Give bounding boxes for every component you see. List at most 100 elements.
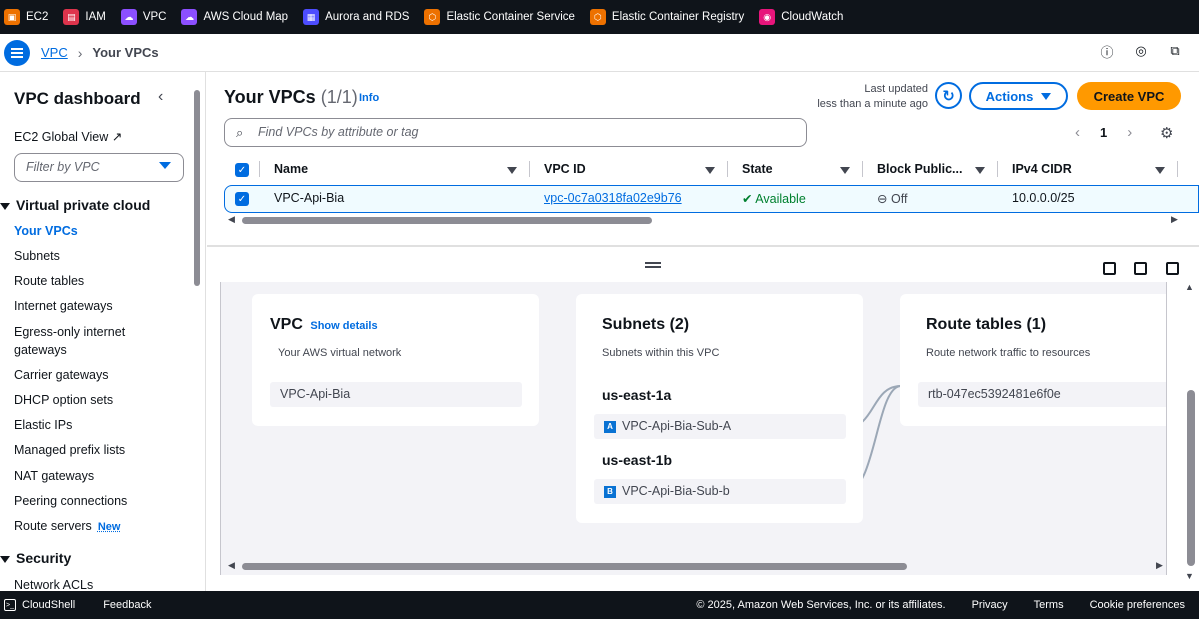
column-ipv4-cidr[interactable]: IPv4 CIDR	[1012, 162, 1072, 176]
show-details-link[interactable]: Show details	[310, 320, 377, 332]
caret-down-icon	[0, 555, 10, 563]
feedback-link[interactable]: Feedback	[103, 599, 151, 611]
search-icon: ⌕	[236, 125, 244, 140]
column-state[interactable]: State	[742, 162, 773, 176]
route-tables-card-subtitle: Route network traffic to resources	[926, 347, 1091, 359]
service-cloudwatch[interactable]: ◉ CloudWatch	[759, 9, 843, 25]
column-vpc-id[interactable]: VPC ID	[544, 162, 586, 176]
breadcrumb-vpc-link[interactable]: VPC	[41, 45, 68, 60]
terms-link[interactable]: Terms	[1034, 599, 1064, 611]
view-bottom-icon[interactable]	[1103, 262, 1116, 275]
table-row[interactable]: ✓ VPC-Api-Bia vpc-0c7a0318fa02e9b76 ✔ Av…	[224, 185, 1199, 213]
sidebar-item-egress-only-internet-gateways[interactable]: Egress-only internet gateways	[14, 323, 144, 359]
next-page-icon[interactable]: ›	[1127, 124, 1132, 141]
service-cloud-map[interactable]: ☁ AWS Cloud Map	[181, 9, 288, 25]
scroll-left-icon[interactable]: ◀	[228, 214, 235, 225]
panel-toggle-icon[interactable]: ⧉	[1167, 43, 1183, 59]
privacy-link[interactable]: Privacy	[972, 599, 1008, 611]
section-virtual-private-cloud[interactable]: Virtual private cloud	[0, 197, 150, 213]
table-settings-icon[interactable]: ⚙	[1160, 124, 1173, 142]
subnet-node[interactable]: B VPC-Api-Bia-Sub-b	[594, 479, 846, 504]
subnet-b-icon: B	[604, 486, 616, 498]
route-tables-card-title: Route tables (1)	[926, 316, 1047, 333]
view-full-icon[interactable]	[1166, 262, 1179, 275]
scrollbar-thumb[interactable]	[242, 563, 907, 570]
cell-vpc-id-link[interactable]: vpc-0c7a0318fa02e9b76	[544, 191, 682, 205]
notifications-icon[interactable]: ◎	[1133, 43, 1149, 59]
service-ecs[interactable]: ⬡ Elastic Container Service	[424, 9, 575, 25]
iam-icon: ▤	[63, 9, 80, 25]
sort-caret-icon[interactable]	[507, 167, 517, 174]
page-title: Your VPCs (1/1)	[224, 87, 358, 107]
route-tables-card: Route tables (1) Route network traffic t…	[900, 294, 1166, 426]
prev-page-icon[interactable]: ‹	[1075, 124, 1080, 141]
sidebar-item-nat-gateways[interactable]: NAT gateways	[14, 467, 186, 485]
ecs-icon: ⬡	[424, 9, 441, 25]
select-all-checkbox[interactable]: ✓	[235, 163, 249, 177]
table-horizontal-scrollbar[interactable]: ◀ ▶	[224, 214, 1179, 225]
refresh-button[interactable]: ↻	[935, 82, 962, 109]
pagination: ‹ 1 ›	[1075, 124, 1132, 141]
sidebar-item-managed-prefix-lists[interactable]: Managed prefix lists	[14, 441, 186, 459]
hamburger-icon	[11, 51, 23, 54]
column-divider	[727, 161, 728, 177]
row-checkbox[interactable]: ✓	[235, 192, 249, 206]
subnets-card-title: Subnets (2)	[602, 316, 690, 333]
sort-caret-icon[interactable]	[975, 167, 985, 174]
scroll-up-icon[interactable]: ▲	[1185, 282, 1194, 292]
section-security[interactable]: Security	[0, 550, 71, 566]
sidebar-item-your-vpcs[interactable]: Your VPCs	[14, 222, 186, 240]
sidebar-item-network-acls[interactable]: Network ACLs	[14, 576, 186, 592]
scroll-down-icon[interactable]: ▼	[1185, 571, 1194, 581]
vpc-node[interactable]: VPC-Api-Bia	[270, 382, 522, 407]
scrollbar-thumb[interactable]	[1187, 390, 1195, 566]
search-input[interactable]: ⌕ Find VPCs by attribute or tag	[224, 118, 807, 147]
cloudshell-button[interactable]: >_ CloudShell	[4, 599, 75, 611]
sort-caret-icon[interactable]	[840, 167, 850, 174]
info-circle-icon[interactable]: ⓘ	[1099, 43, 1115, 60]
ec2-global-view-link[interactable]: EC2 Global View ↗	[14, 129, 122, 144]
scrollbar-thumb[interactable]	[242, 217, 652, 224]
sidebar-item-peering-connections[interactable]: Peering connections	[14, 492, 186, 510]
sidebar-scrollbar-thumb[interactable]	[194, 90, 200, 286]
service-ec2[interactable]: ▣ EC2	[4, 9, 48, 25]
resource-map-vertical-scrollbar[interactable]: ▲ ▼	[1183, 282, 1197, 582]
filter-by-vpc-select[interactable]: Filter by VPC	[14, 153, 184, 182]
caret-down-icon	[1041, 92, 1052, 100]
sidebar-title[interactable]: VPC dashboard	[14, 89, 141, 109]
service-rds[interactable]: ▦ Aurora and RDS	[303, 9, 409, 25]
resource-map-horizontal-scrollbar[interactable]: ◀ ▶	[224, 560, 1166, 572]
sidebar-item-dhcp-option-sets[interactable]: DHCP option sets	[14, 391, 186, 409]
collapse-sidebar-icon[interactable]: ‹	[158, 88, 163, 106]
sidebar-item-subnets[interactable]: Subnets	[14, 247, 186, 265]
actions-button[interactable]: Actions	[969, 82, 1068, 110]
service-ecr[interactable]: ⬡ Elastic Container Registry	[589, 9, 744, 25]
view-side-icon[interactable]	[1134, 262, 1147, 275]
service-vpc[interactable]: ☁ VPC	[120, 9, 166, 25]
column-block-public[interactable]: Block Public...	[877, 162, 962, 176]
subnet-node[interactable]: A VPC-Api-Bia-Sub-A	[594, 414, 846, 439]
scroll-right-icon[interactable]: ▶	[1171, 214, 1178, 225]
sidebar-item-internet-gateways[interactable]: Internet gateways	[14, 297, 186, 315]
sidebar-item-elastic-ips[interactable]: Elastic IPs	[14, 416, 186, 434]
sidebar-item-route-tables[interactable]: Route tables	[14, 272, 186, 290]
subnet-a-icon: A	[604, 421, 616, 433]
terminal-icon: >_	[4, 599, 16, 611]
cookie-preferences-link[interactable]: Cookie preferences	[1090, 599, 1185, 611]
scroll-left-icon[interactable]: ◀	[228, 560, 235, 571]
subnets-card: Subnets (2) Subnets within this VPC us-e…	[576, 294, 863, 523]
menu-button[interactable]	[4, 39, 30, 66]
scroll-right-icon[interactable]: ▶	[1156, 560, 1163, 571]
vpc-card-title: VPC Show details	[270, 316, 378, 333]
sort-caret-icon[interactable]	[705, 167, 715, 174]
route-table-node[interactable]: rtb-047ec5392481e6f0e	[918, 382, 1166, 407]
page-number[interactable]: 1	[1100, 125, 1107, 140]
create-vpc-button[interactable]: Create VPC	[1077, 82, 1181, 110]
drag-handle-icon[interactable]	[645, 262, 661, 268]
column-name[interactable]: Name	[274, 162, 308, 176]
sort-caret-icon[interactable]	[1155, 167, 1165, 174]
info-link[interactable]: Info	[359, 92, 379, 104]
sidebar-item-carrier-gateways[interactable]: Carrier gateways	[14, 366, 186, 384]
sidebar-item-route-servers[interactable]: Route servers New	[14, 517, 186, 536]
service-iam[interactable]: ▤ IAM	[63, 9, 106, 25]
